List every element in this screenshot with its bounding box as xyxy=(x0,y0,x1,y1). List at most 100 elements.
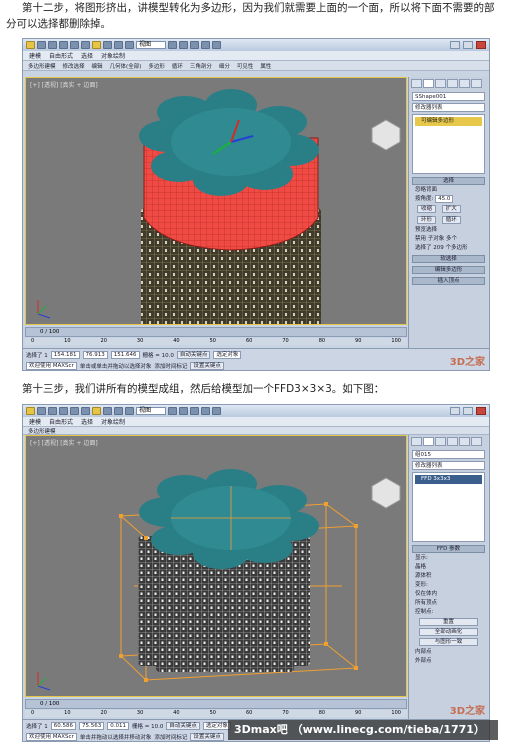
open-file-icon[interactable] xyxy=(48,41,57,49)
viewcube-icon[interactable] xyxy=(371,119,401,151)
new-file-icon[interactable] xyxy=(37,407,46,415)
new-file-icon[interactable] xyxy=(37,41,46,49)
close-button[interactable] xyxy=(476,407,486,415)
add-time-tag[interactable]: 添加时间标记 xyxy=(154,733,187,741)
reference-coord-select[interactable]: 视图 xyxy=(136,41,166,49)
create-tab-icon[interactable] xyxy=(411,437,422,446)
ribbon-visibility[interactable]: 可见性 xyxy=(236,62,255,70)
snap-icon[interactable] xyxy=(168,407,177,415)
tab-selection[interactable]: 选择 xyxy=(81,51,93,60)
render-icon[interactable] xyxy=(212,41,221,49)
material-editor-icon[interactable] xyxy=(201,41,210,49)
viewport-label[interactable]: [+] [透视] [真实 + 边面] xyxy=(30,80,98,89)
ribbon-geometry[interactable]: 几何体(全部) xyxy=(109,62,143,70)
ignore-backface-checkbox[interactable]: 忽略背面 xyxy=(415,186,482,194)
stack-item-ffd[interactable]: FFD 3x3x3 xyxy=(415,475,482,484)
close-button[interactable] xyxy=(476,41,486,49)
ribbon-edit[interactable]: 编辑 xyxy=(91,62,104,70)
scale-tool-icon[interactable] xyxy=(125,41,134,49)
reset-button[interactable]: 重置 xyxy=(419,618,478,626)
angle-spinner[interactable]: 45.0 xyxy=(435,195,454,203)
mirror-icon[interactable] xyxy=(179,407,188,415)
rollout-insert-vertex[interactable]: 插入顶点 xyxy=(412,277,485,285)
viewport-label[interactable]: [+] [透视] [真实 + 边面] xyxy=(30,438,98,447)
snap-icon[interactable] xyxy=(168,41,177,49)
coord-z-field[interactable]: 151.646 xyxy=(110,350,140,359)
redo-icon[interactable] xyxy=(81,41,90,49)
rollout-selection[interactable]: 选择 xyxy=(412,177,485,185)
ribbon-modify-selection[interactable]: 修改选择 xyxy=(62,62,86,70)
add-time-tag[interactable]: 添加时间标记 xyxy=(154,362,187,370)
display-tab-icon[interactable] xyxy=(459,79,470,88)
save-file-icon[interactable] xyxy=(59,41,68,49)
ribbon-poly-modeling[interactable]: 多边形建模 xyxy=(27,427,57,435)
move-tool-icon[interactable] xyxy=(103,407,112,415)
modify-tab-icon[interactable] xyxy=(423,79,434,88)
preview-multi-radio[interactable]: 多个 xyxy=(446,236,457,242)
inside-points-checkbox[interactable]: 内部点 xyxy=(415,648,482,656)
hierarchy-tab-icon[interactable] xyxy=(435,79,446,88)
key-filter-select[interactable]: 选定对象 xyxy=(202,721,231,730)
key-filter-select[interactable]: 选定对象 xyxy=(213,350,242,359)
redo-icon[interactable] xyxy=(81,407,90,415)
tab-modeling[interactable]: 建模 xyxy=(29,51,41,60)
move-tool-icon[interactable] xyxy=(103,41,112,49)
maximize-button[interactable] xyxy=(463,407,473,415)
shrink-button[interactable]: 收缩 xyxy=(417,205,437,213)
coord-x-field[interactable]: 60.586 xyxy=(50,721,76,730)
create-tab-icon[interactable] xyxy=(411,79,422,88)
reference-coord-select[interactable]: 视图 xyxy=(136,407,166,415)
coord-y-field[interactable]: 76.913 xyxy=(82,350,108,359)
maxscript-listener[interactable]: 欢迎使用 MAXScr xyxy=(26,361,77,370)
preview-subobj-radio[interactable]: 子对象 xyxy=(428,236,445,242)
undo-icon[interactable] xyxy=(70,407,79,415)
preview-off-radio[interactable]: 禁用 xyxy=(415,236,426,242)
ribbon-subdivision[interactable]: 细分 xyxy=(218,62,231,70)
modifier-list-dropdown[interactable]: 修改器列表 xyxy=(412,461,485,470)
tab-freeform[interactable]: 自由形式 xyxy=(49,417,73,426)
tab-object-paint[interactable]: 对象绘制 xyxy=(101,417,125,426)
modifier-list-dropdown[interactable]: 修改器列表 xyxy=(412,103,485,112)
tab-modeling[interactable]: 建模 xyxy=(29,417,41,426)
perspective-viewport[interactable]: [+] [透视] [真实 + 边面] xyxy=(25,435,407,697)
object-name-field[interactable]: 组015 xyxy=(412,450,485,459)
coord-z-field[interactable]: 0.011 xyxy=(107,721,129,730)
tab-freeform[interactable]: 自由形式 xyxy=(49,51,73,60)
rotate-tool-icon[interactable] xyxy=(114,41,123,49)
hierarchy-tab-icon[interactable] xyxy=(435,437,446,446)
by-angle-label[interactable]: 按角度: xyxy=(415,196,433,202)
motion-tab-icon[interactable] xyxy=(447,437,458,446)
conform-to-shape-button[interactable]: 与图形一致 xyxy=(419,638,478,646)
object-name-field[interactable]: SShape001 xyxy=(412,92,485,101)
set-key-button[interactable]: 设置关键点 xyxy=(190,732,224,741)
ribbon-properties[interactable]: 属性 xyxy=(259,62,272,70)
viewcube-icon[interactable] xyxy=(371,477,401,509)
time-slider[interactable]: 0 / 100 xyxy=(25,327,407,337)
rollout-soft-selection[interactable]: 软选择 xyxy=(412,255,485,263)
ring-button[interactable]: 环形 xyxy=(417,216,437,224)
rotate-tool-icon[interactable] xyxy=(114,407,123,415)
minimize-button[interactable] xyxy=(450,41,460,49)
display-tab-icon[interactable] xyxy=(459,437,470,446)
maxscript-listener[interactable]: 欢迎使用 MAXScr xyxy=(26,732,77,741)
ribbon-poly-modeling[interactable]: 多边形建模 xyxy=(27,62,57,70)
lattice-checkbox[interactable]: 晶格 xyxy=(415,563,482,571)
set-key-button[interactable]: 设置关键点 xyxy=(190,361,224,370)
auto-key-button[interactable]: 自动关键点 xyxy=(166,721,200,730)
open-file-icon[interactable] xyxy=(48,407,57,415)
motion-tab-icon[interactable] xyxy=(447,79,458,88)
scale-tool-icon[interactable] xyxy=(125,407,134,415)
only-in-volume-radio[interactable]: 仅在体内 xyxy=(415,590,482,598)
ribbon-loops[interactable]: 循环 xyxy=(171,62,184,70)
mirror-icon[interactable] xyxy=(179,41,188,49)
select-tool-icon[interactable] xyxy=(92,41,101,49)
app-logo-icon[interactable] xyxy=(26,407,35,415)
stack-item-edit-poly[interactable]: 可编辑多边形 xyxy=(415,117,482,126)
select-tool-icon[interactable] xyxy=(92,407,101,415)
rollout-edit-polygons[interactable]: 编辑多边形 xyxy=(412,266,485,274)
ribbon-polygons[interactable]: 多边形 xyxy=(147,62,166,70)
ribbon-tris[interactable]: 三角剖分 xyxy=(189,62,213,70)
auto-key-button[interactable]: 自动关键点 xyxy=(176,350,211,359)
animate-all-button[interactable]: 全部动画化 xyxy=(419,628,478,636)
maximize-button[interactable] xyxy=(463,41,473,49)
